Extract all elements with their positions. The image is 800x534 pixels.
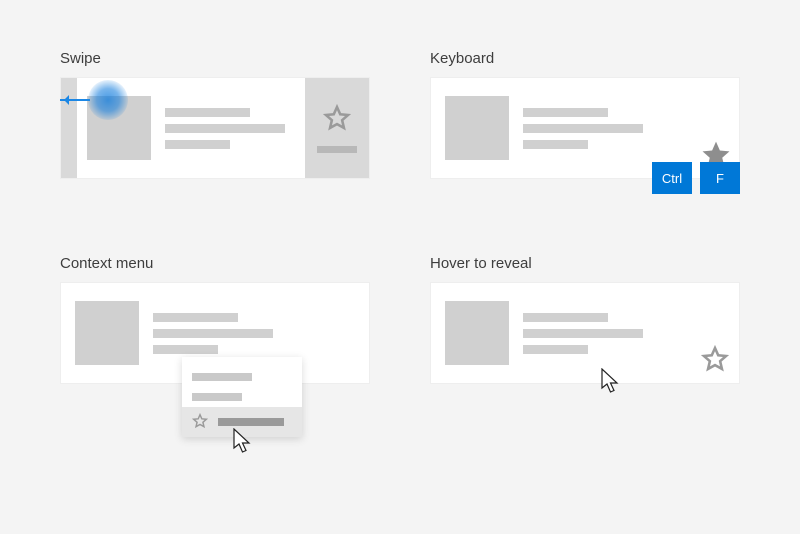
star-icon[interactable] (701, 345, 729, 373)
context-menu[interactable] (182, 357, 302, 437)
keyboard-shortcut: Ctrl F (652, 162, 740, 194)
swipe-card[interactable] (60, 77, 370, 179)
context-menu-item[interactable] (182, 387, 302, 407)
list-item-thumb (445, 301, 509, 365)
context-label: Context menu (60, 255, 370, 272)
keyboard-label: Keyboard (430, 50, 740, 67)
hover-label: Hover to reveal (430, 255, 740, 272)
swipe-right-reveal-action[interactable] (305, 78, 369, 178)
key-f: F (700, 162, 740, 194)
swipe-left-reveal-edge (61, 78, 77, 178)
hover-example: Hover to reveal (430, 255, 740, 384)
list-item-thumb (445, 96, 509, 160)
swipe-example: Swipe (60, 50, 370, 179)
list-item-thumb (87, 96, 151, 160)
key-ctrl: Ctrl (652, 162, 692, 194)
swipe-label: Swipe (60, 50, 370, 67)
hover-card[interactable] (430, 282, 740, 384)
list-item-thumb (75, 301, 139, 365)
swipe-action-label-placeholder (317, 146, 357, 153)
keyboard-example: Keyboard Ctrl F (430, 50, 740, 179)
list-item-text (165, 101, 305, 156)
context-menu-item-favorite[interactable] (182, 407, 302, 437)
star-icon (323, 104, 351, 132)
star-icon (192, 413, 210, 431)
context-menu-item[interactable] (182, 367, 302, 387)
swipe-arrow-left-icon (60, 99, 90, 101)
list-item-text (153, 306, 369, 361)
